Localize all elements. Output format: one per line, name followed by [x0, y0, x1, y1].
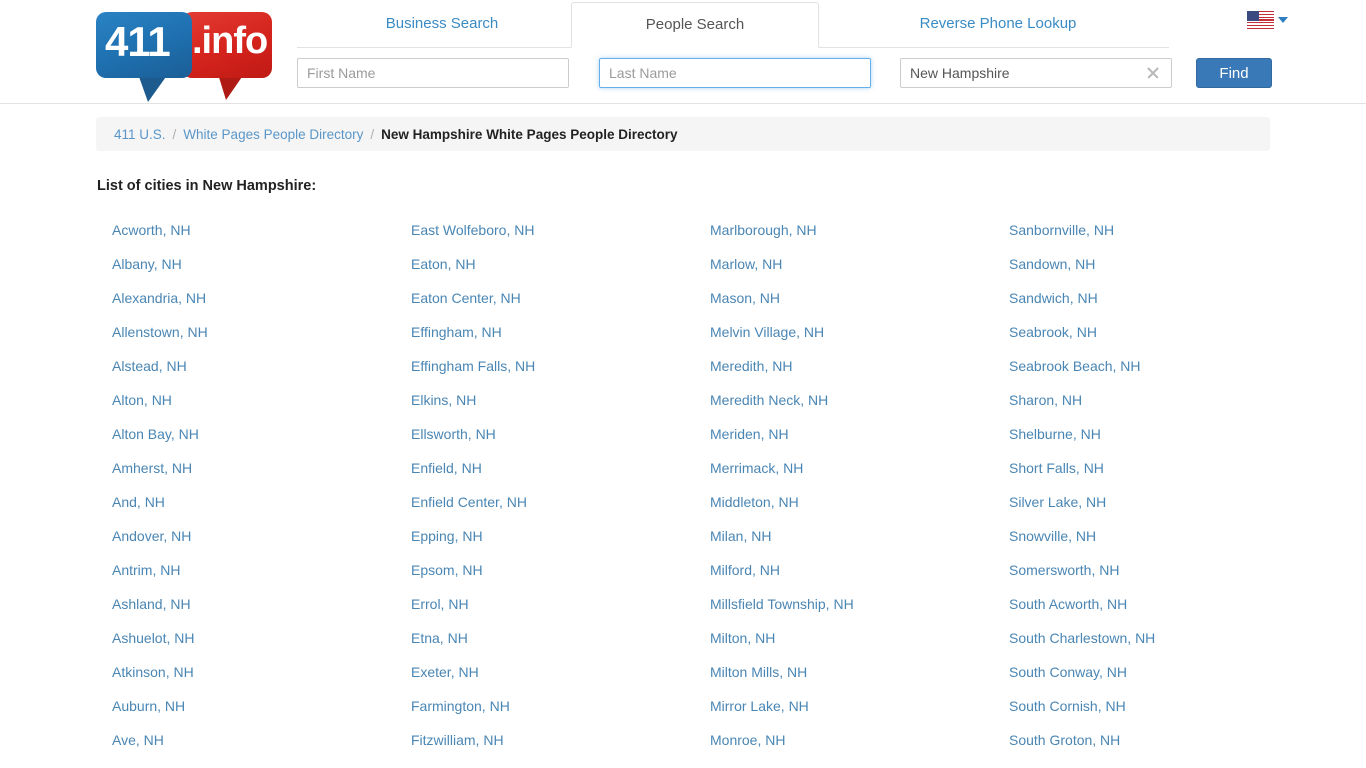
last-name-input[interactable]	[599, 58, 871, 88]
city-link[interactable]: And, NH	[112, 493, 411, 527]
city-link[interactable]: Milan, NH	[710, 527, 1009, 561]
city-link[interactable]: Epsom, NH	[411, 561, 710, 595]
city-link[interactable]: Eaton, NH	[411, 255, 710, 289]
city-link[interactable]: Effingham, NH	[411, 323, 710, 357]
breadcrumb-separator: /	[370, 126, 375, 142]
city-link[interactable]: Meredith, NH	[710, 357, 1009, 391]
city-link[interactable]: Elkins, NH	[411, 391, 710, 425]
city-link[interactable]: Antrim, NH	[112, 561, 411, 595]
breadcrumb-separator: /	[172, 126, 177, 142]
city-column-4: Sanbornville, NH Sandown, NH Sandwich, NH S…	[1009, 221, 1308, 765]
city-link[interactable]: Mirror Lake, NH	[710, 697, 1009, 731]
city-link[interactable]: Marlborough, NH	[710, 221, 1009, 255]
city-column-2: East Wolfeboro, NH Eaton, NH Eaton Center,…	[411, 221, 710, 765]
tab-reverse-phone-lookup[interactable]: Reverse Phone Lookup	[827, 2, 1169, 48]
city-link[interactable]: Enfield Center, NH	[411, 493, 710, 527]
city-link[interactable]: Silver Lake, NH	[1009, 493, 1308, 527]
close-icon[interactable]	[1143, 63, 1163, 83]
city-link[interactable]: Meredith Neck, NH	[710, 391, 1009, 425]
city-link[interactable]: Epping, NH	[411, 527, 710, 561]
city-link[interactable]: Auburn, NH	[112, 697, 411, 731]
city-link[interactable]: Enfield, NH	[411, 459, 710, 493]
city-link[interactable]: Ave, NH	[112, 731, 411, 765]
city-link[interactable]: Eaton Center, NH	[411, 289, 710, 323]
city-link[interactable]: Merrimack, NH	[710, 459, 1009, 493]
breadcrumb-item-411-us[interactable]: 411 U.S.	[114, 127, 166, 142]
city-link[interactable]: Seabrook Beach, NH	[1009, 357, 1308, 391]
city-link[interactable]: Ashland, NH	[112, 595, 411, 629]
page-title: List of cities in New Hampshire:	[97, 178, 317, 194]
city-link[interactable]: Milford, NH	[710, 561, 1009, 595]
site-logo[interactable]: 411 .info	[96, 8, 272, 102]
city-link[interactable]: Monroe, NH	[710, 731, 1009, 765]
city-link[interactable]: Exeter, NH	[411, 663, 710, 697]
city-link[interactable]: Somersworth, NH	[1009, 561, 1308, 595]
city-link[interactable]: Andover, NH	[112, 527, 411, 561]
city-link[interactable]: Albany, NH	[112, 255, 411, 289]
city-link[interactable]: Farmington, NH	[411, 697, 710, 731]
city-link[interactable]: Etna, NH	[411, 629, 710, 663]
country-selector[interactable]	[1247, 11, 1288, 29]
breadcrumb-item-white-pages-people-directory[interactable]: White Pages People Directory	[183, 127, 363, 142]
city-link[interactable]: South Charlestown, NH	[1009, 629, 1308, 663]
city-link[interactable]: Marlow, NH	[710, 255, 1009, 289]
city-link[interactable]: Millsfield Township, NH	[710, 595, 1009, 629]
city-link[interactable]: Sharon, NH	[1009, 391, 1308, 425]
us-flag-icon	[1247, 11, 1274, 29]
city-link[interactable]: Alexandria, NH	[112, 289, 411, 323]
city-column-3: Marlborough, NH Marlow, NH Mason, NH Melvin…	[710, 221, 1009, 765]
find-button[interactable]: Find	[1196, 58, 1272, 88]
city-link[interactable]: Alton, NH	[112, 391, 411, 425]
city-link[interactable]: Shelburne, NH	[1009, 425, 1308, 459]
city-link[interactable]: Milton Mills, NH	[710, 663, 1009, 697]
logo-text-411: 411	[105, 18, 171, 65]
tab-business-search[interactable]: Business Search	[297, 2, 587, 48]
city-link[interactable]: Ashuelot, NH	[112, 629, 411, 663]
city-link[interactable]: Amherst, NH	[112, 459, 411, 493]
city-link[interactable]: Fitzwilliam, NH	[411, 731, 710, 765]
breadcrumb: 411 U.S. / White Pages People Directory …	[96, 117, 1270, 151]
city-link[interactable]: Acworth, NH	[112, 221, 411, 255]
city-link[interactable]: Seabrook, NH	[1009, 323, 1308, 357]
city-link[interactable]: Errol, NH	[411, 595, 710, 629]
city-link[interactable]: Sandwich, NH	[1009, 289, 1308, 323]
city-list: Acworth, NH Albany, NH Alexandria, NH Allen…	[112, 221, 1312, 765]
city-link[interactable]: South Conway, NH	[1009, 663, 1308, 697]
city-link[interactable]: Alstead, NH	[112, 357, 411, 391]
city-link[interactable]: Milton, NH	[710, 629, 1009, 663]
city-column-1: Acworth, NH Albany, NH Alexandria, NH Allen…	[112, 221, 411, 765]
city-link[interactable]: Sandown, NH	[1009, 255, 1308, 289]
city-link[interactable]: Allenstown, NH	[112, 323, 411, 357]
city-link[interactable]: Meriden, NH	[710, 425, 1009, 459]
tab-people-search[interactable]: People Search	[571, 2, 819, 48]
city-link[interactable]: Effingham Falls, NH	[411, 357, 710, 391]
city-link[interactable]: Melvin Village, NH	[710, 323, 1009, 357]
city-link[interactable]: Snowville, NH	[1009, 527, 1308, 561]
city-link[interactable]: East Wolfeboro, NH	[411, 221, 710, 255]
city-link[interactable]: South Groton, NH	[1009, 731, 1308, 765]
logo-text-info: .info	[192, 20, 268, 62]
location-input[interactable]	[900, 58, 1172, 88]
city-link[interactable]: Middleton, NH	[710, 493, 1009, 527]
city-link[interactable]: Short Falls, NH	[1009, 459, 1308, 493]
first-name-input[interactable]	[297, 58, 569, 88]
search-tabs: Business Search People Search Reverse Ph…	[297, 0, 1169, 48]
city-link[interactable]: Mason, NH	[710, 289, 1009, 323]
city-link[interactable]: Sanbornville, NH	[1009, 221, 1308, 255]
city-link[interactable]: South Cornish, NH	[1009, 697, 1308, 731]
logo-blue-tail	[138, 74, 168, 102]
city-link[interactable]: Alton Bay, NH	[112, 425, 411, 459]
site-header: 411 .info Business Search People Search …	[0, 0, 1366, 104]
chevron-down-icon	[1278, 17, 1288, 23]
city-link[interactable]: South Acworth, NH	[1009, 595, 1308, 629]
breadcrumb-item-current: New Hampshire White Pages People Directo…	[381, 126, 678, 142]
city-link[interactable]: Ellsworth, NH	[411, 425, 710, 459]
city-link[interactable]: Atkinson, NH	[112, 663, 411, 697]
